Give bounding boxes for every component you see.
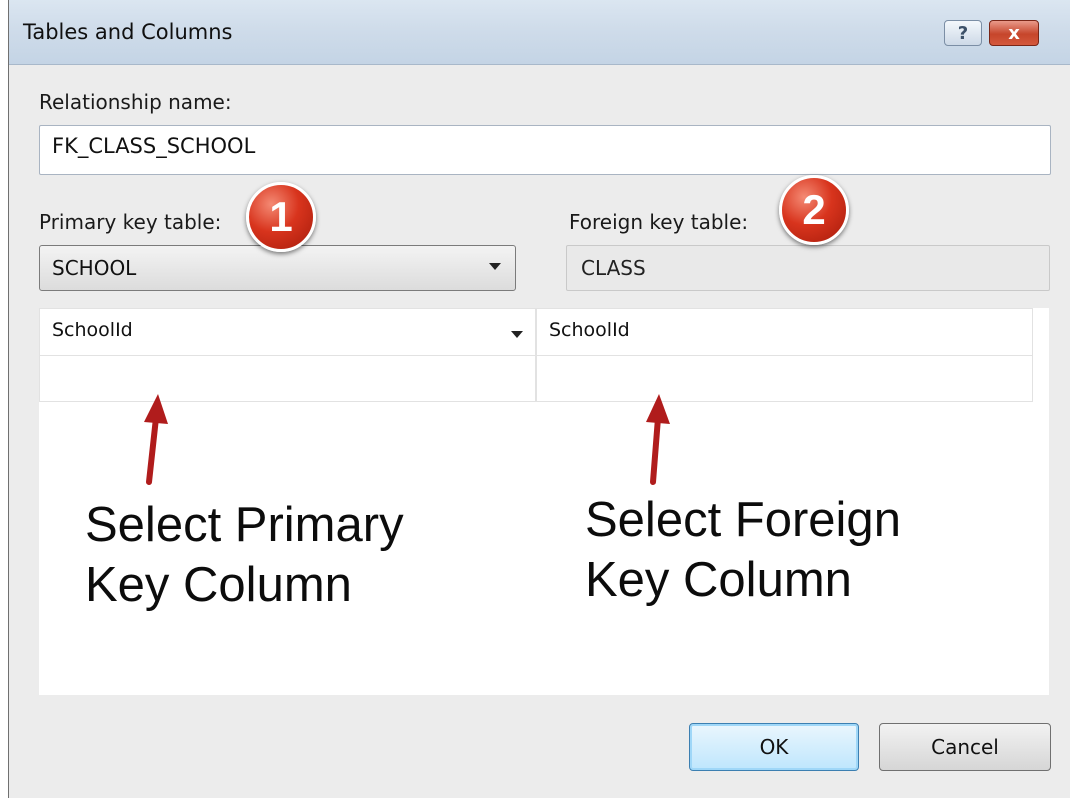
window-title: Tables and Columns bbox=[23, 20, 233, 44]
cancel-button[interactable]: Cancel bbox=[879, 723, 1051, 771]
ok-button[interactable]: OK bbox=[689, 723, 859, 771]
foreign-key-column-value: SchoolId bbox=[549, 319, 630, 341]
primary-annotation-line-1: Select Primary bbox=[85, 498, 404, 552]
primary-key-table-label: Primary key table: bbox=[39, 210, 222, 234]
relationship-name-input[interactable]: FK_CLASS_SCHOOL bbox=[39, 125, 1051, 175]
help-button[interactable]: ? bbox=[944, 20, 982, 46]
close-icon: x bbox=[1008, 22, 1020, 44]
chevron-down-icon[interactable] bbox=[511, 331, 523, 338]
foreign-annotation-line-2: Key Column bbox=[585, 553, 852, 607]
arrow-up-icon bbox=[144, 394, 168, 485]
foreign-column-annotation: Select Foreign Key Column bbox=[585, 490, 901, 610]
help-icon: ? bbox=[957, 22, 969, 44]
step-two-number: 2 bbox=[802, 186, 826, 233]
relationship-name-label: Relationship name: bbox=[39, 90, 232, 114]
primary-column-annotation: Select Primary Key Column bbox=[85, 495, 404, 615]
step-two-badge: 2 bbox=[779, 175, 849, 245]
primary-key-table-value: SCHOOL bbox=[52, 256, 137, 280]
arrow-up-icon bbox=[646, 394, 670, 485]
primary-key-column-value: SchoolId bbox=[52, 319, 133, 341]
tables-and-columns-dialog: Tables and Columns ? x Relationship name… bbox=[8, 0, 1070, 798]
close-button[interactable]: x bbox=[989, 20, 1039, 46]
foreign-key-column-cell[interactable]: SchoolId bbox=[536, 308, 1033, 356]
foreign-key-column-empty-cell[interactable] bbox=[536, 355, 1033, 402]
foreign-key-table-value: CLASS bbox=[581, 256, 646, 280]
step-one-number: 1 bbox=[269, 193, 293, 240]
foreign-key-table-field: CLASS bbox=[566, 245, 1050, 291]
title-bar: Tables and Columns ? x bbox=[9, 0, 1070, 65]
chevron-down-icon bbox=[489, 263, 501, 270]
step-one-badge: 1 bbox=[246, 182, 316, 252]
foreign-annotation-line-1: Select Foreign bbox=[585, 493, 901, 547]
primary-key-column-empty-cell[interactable] bbox=[39, 355, 536, 402]
foreign-key-table-label: Foreign key table: bbox=[569, 210, 749, 234]
primary-annotation-line-2: Key Column bbox=[85, 558, 352, 612]
primary-key-column-cell[interactable]: SchoolId bbox=[39, 308, 536, 356]
